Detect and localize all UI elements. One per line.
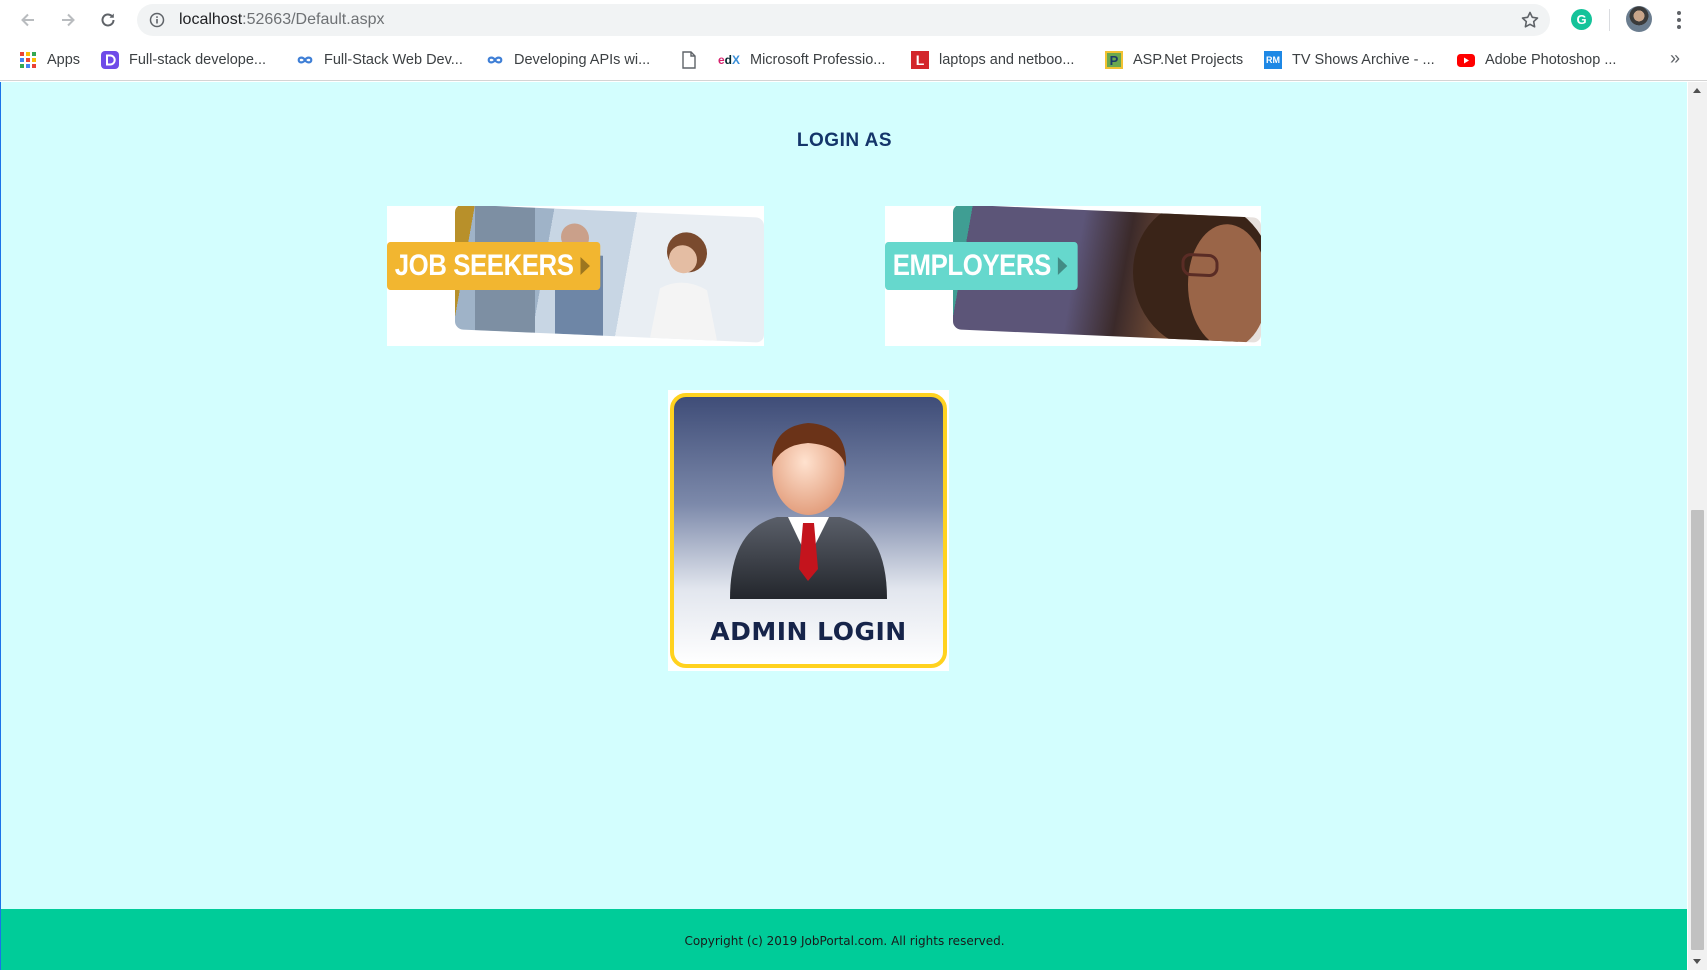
infinity-icon <box>486 51 504 69</box>
l-logo-icon: L <box>911 51 929 69</box>
job-seekers-login-button[interactable]: JOB SEEKERS <box>387 206 764 346</box>
bookmark-star-icon[interactable] <box>1520 10 1540 30</box>
bookmark-label: Full-Stack Web Dev... <box>324 52 463 68</box>
job-seekers-banner: JOB SEEKERS <box>387 242 601 290</box>
site-info-icon[interactable] <box>149 12 165 28</box>
reload-icon <box>101 13 115 27</box>
bookmark-label: ASP.Net Projects <box>1133 52 1244 68</box>
rm-logo-icon: RM <box>1264 51 1282 69</box>
profile-avatar[interactable] <box>1626 6 1652 32</box>
bookmark-adobe-photoshop[interactable]: Adobe Photoshop ... <box>1457 50 1616 70</box>
admin-login-button[interactable]: ADMIN LOGIN <box>668 390 949 671</box>
admin-login-frame: ADMIN LOGIN <box>670 393 947 668</box>
bookmark-aspnet-projects[interactable]: P ASP.Net Projects <box>1105 50 1243 70</box>
bookmark-label: Adobe Photoshop ... <box>1485 52 1617 68</box>
scroll-up-arrow-icon[interactable] <box>1693 88 1701 93</box>
play-arrow-icon <box>580 257 590 275</box>
forward-button[interactable] <box>54 6 82 34</box>
scrollbar-thumb[interactable] <box>1691 510 1704 950</box>
bookmarks-overflow-button[interactable]: » <box>1670 48 1680 69</box>
back-button[interactable] <box>14 6 42 34</box>
page-scrollbar[interactable] <box>1688 82 1707 970</box>
infinity-icon <box>296 51 314 69</box>
browser-menu-button[interactable] <box>1669 8 1689 32</box>
bookmarks-bar: Apps Full-stack develope... Full-Stack W… <box>0 40 1707 81</box>
bookmark-developing-apis[interactable]: Developing APIs wi... <box>486 50 650 70</box>
bookmark-untitled[interactable] <box>680 50 708 70</box>
bookmark-label: Microsoft Professio... <box>750 52 886 68</box>
url-host: localhost <box>179 11 243 28</box>
employers-login-button[interactable]: EMPLOYERS <box>885 206 1261 346</box>
bookmark-apps[interactable]: Apps <box>19 50 80 70</box>
toolbar-separator <box>1609 9 1610 31</box>
grammarly-extension-icon[interactable]: G <box>1571 9 1592 30</box>
employers-label: EMPLOYERS <box>892 249 1052 282</box>
scroll-down-arrow-icon[interactable] <box>1693 959 1701 964</box>
address-bar[interactable]: localhost:52663/Default.aspx <box>137 4 1550 36</box>
bookmark-fullstack-developer[interactable]: Full-stack develope... <box>101 50 266 70</box>
footer: Copyright (c) 2019 JobPortal.com. All ri… <box>1 909 1687 970</box>
apps-grid-icon <box>19 51 37 69</box>
admin-user-icon <box>730 423 887 599</box>
back-arrow-icon <box>21 13 34 27</box>
bookmark-label: Apps <box>47 52 81 68</box>
d-logo-icon <box>101 51 119 69</box>
bookmark-microsoft-professional[interactable]: edX Microsoft Professio... <box>718 50 885 70</box>
browser-toolbar: localhost:52663/Default.aspx G <box>0 0 1707 40</box>
copyright-text: Copyright (c) 2019 JobPortal.com. All ri… <box>684 933 1005 948</box>
bookmark-label: TV Shows Archive - ... <box>1292 52 1435 68</box>
job-seekers-label: JOB SEEKERS <box>394 249 574 282</box>
page-title: LOGIN AS <box>796 130 893 151</box>
bookmark-fullstack-web-dev[interactable]: Full-Stack Web Dev... <box>296 50 463 70</box>
play-arrow-icon <box>1057 257 1068 275</box>
document-icon <box>680 51 698 69</box>
admin-login-label: ADMIN LOGIN <box>710 617 907 646</box>
url-text[interactable]: localhost:52663/Default.aspx <box>179 11 384 29</box>
employers-banner: EMPLOYERS <box>885 242 1078 290</box>
p-logo-icon: P <box>1105 51 1123 69</box>
bookmark-laptops-netbooks[interactable]: L laptops and netboo... <box>911 50 1074 70</box>
bookmark-tv-shows-archive[interactable]: RM TV Shows Archive - ... <box>1264 50 1435 70</box>
forward-arrow-icon <box>62 13 75 27</box>
bookmark-label: laptops and netboo... <box>939 52 1075 68</box>
page-viewport: LOGIN AS JOB SEEKERS EMPLOYERS ADMIN LOG… <box>0 82 1687 970</box>
youtube-icon <box>1457 51 1475 69</box>
url-path: :52663/Default.aspx <box>242 11 385 28</box>
edx-icon: edX <box>717 53 741 67</box>
bookmark-label: Developing APIs wi... <box>514 52 651 68</box>
reload-button[interactable] <box>94 6 122 34</box>
bookmark-label: Full-stack develope... <box>129 52 267 68</box>
